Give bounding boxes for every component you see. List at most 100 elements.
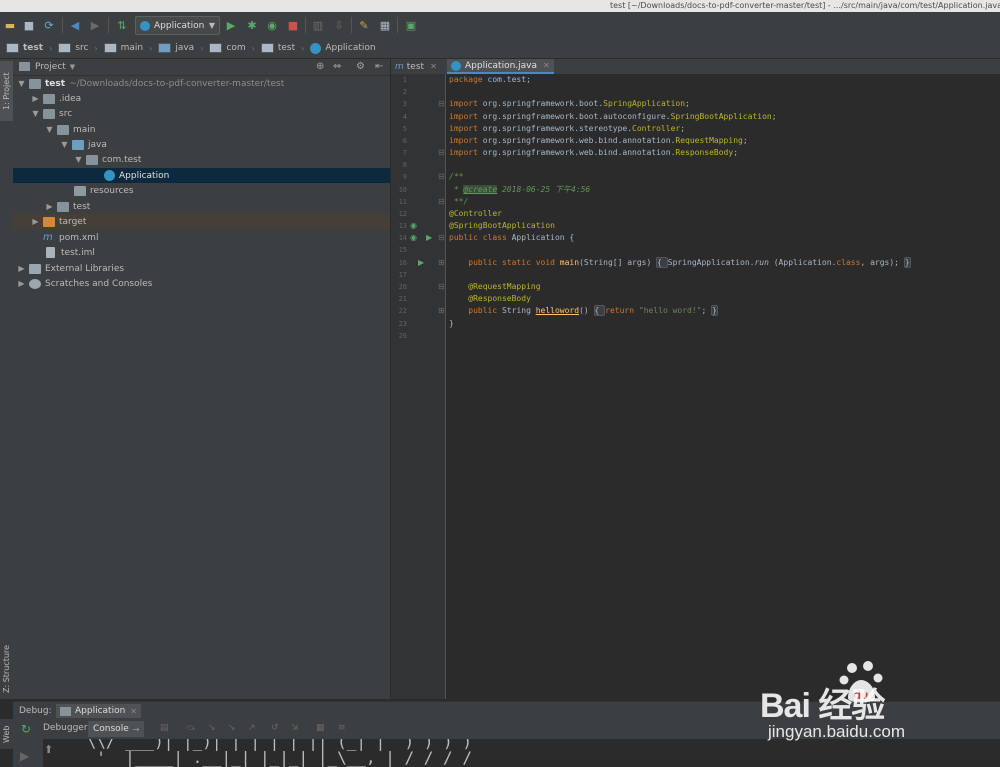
- drop-frame-icon[interactable]: ↺: [271, 723, 279, 733]
- step-into-icon[interactable]: ↘: [208, 723, 216, 733]
- folder-icon: [209, 43, 223, 53]
- fold-marker-icon[interactable]: ⊟: [438, 281, 445, 293]
- coverage-icon[interactable]: ◉: [265, 18, 279, 32]
- run-configuration-select[interactable]: Application ▼: [135, 16, 220, 35]
- breadcrumb-item-com[interactable]: com ›: [209, 43, 255, 53]
- folder-icon: [260, 43, 274, 53]
- tab-project[interactable]: 1: Project: [0, 61, 13, 121]
- editor-tabs: m test ✕ Application.java ✕: [391, 59, 1000, 75]
- locate-icon[interactable]: ⊕: [316, 61, 324, 72]
- console-text: \\/ ___)| |_)| | | | | || (_| | ) ) ) ) …: [77, 739, 472, 767]
- resume-icon[interactable]: ▶: [20, 749, 29, 763]
- tab-application-java[interactable]: Application.java ✕: [447, 59, 554, 74]
- debug-bug-icon[interactable]: ✱: [245, 18, 259, 32]
- maven-file-icon: m: [43, 232, 53, 243]
- project-panel-header: Project ▼ ⊕ ⇔ ⚙ ⇤: [13, 59, 390, 76]
- tree-item-java[interactable]: ▼ java: [13, 137, 437, 152]
- tree-item-application[interactable]: Application: [13, 168, 390, 183]
- close-icon[interactable]: ✕: [543, 61, 550, 70]
- tab-structure[interactable]: Z: Structure: [0, 639, 13, 699]
- caret-down-icon: ▼: [18, 79, 25, 88]
- gear-icon[interactable]: ⚙: [356, 61, 365, 72]
- close-icon[interactable]: ✕: [430, 62, 437, 71]
- fold-marker-icon[interactable]: ⊟: [438, 196, 445, 208]
- download-icon[interactable]: ⇩: [332, 18, 346, 32]
- tree-item-test-dir[interactable]: ▶ test: [13, 199, 422, 214]
- spring-bean-gutter-icon[interactable]: ◉: [410, 232, 417, 244]
- tree-item-external-libraries[interactable]: ▶ External Libraries: [13, 261, 394, 276]
- fold-marker-icon[interactable]: ⊟: [438, 147, 445, 159]
- project-panel-title[interactable]: Project: [35, 62, 66, 72]
- tab-console[interactable]: Console →: [88, 721, 145, 737]
- project-structure-icon[interactable]: ▦: [378, 18, 392, 32]
- collapse-icon[interactable]: ⇔: [333, 61, 341, 72]
- tab-test[interactable]: m test ✕: [395, 59, 437, 74]
- code-editor[interactable]: package com.test; import org.springframe…: [446, 74, 1000, 699]
- list-icon[interactable]: ≡: [338, 723, 346, 733]
- tree-item-com-test[interactable]: ▼ com.test: [13, 152, 451, 167]
- folder-icon: [158, 43, 172, 53]
- step-out-icon[interactable]: ↗: [248, 723, 256, 733]
- run-config-icon: [60, 706, 71, 716]
- fold-marker-icon[interactable]: ⊟: [438, 171, 445, 183]
- code-line: public class Application {: [449, 233, 575, 242]
- baidu-watermark: du Bai 经验 jingyan.baidu.com: [760, 658, 990, 748]
- line-number: 9: [402, 173, 407, 181]
- run-to-cursor-icon[interactable]: ⇲: [291, 723, 299, 733]
- hide-panel-icon[interactable]: ⇤: [375, 61, 383, 72]
- rerun-icon[interactable]: ↻: [21, 722, 31, 736]
- step-over-icon[interactable]: ⤼: [186, 723, 196, 733]
- breadcrumb-item-java[interactable]: java ›: [158, 43, 203, 53]
- breadcrumb-item-test[interactable]: test ›: [6, 43, 52, 53]
- tree-item-test-root[interactable]: ▼ test ~/Downloads/docs-to-pdf-converter…: [13, 76, 394, 91]
- caret-right-icon: ▶: [32, 94, 39, 103]
- build-icon[interactable]: ⇅: [115, 18, 129, 32]
- run-gutter-icon[interactable]: ▶: [418, 257, 424, 269]
- debug-session-tab[interactable]: Application ✕: [56, 704, 141, 718]
- build-artifacts-icon[interactable]: ▥: [311, 18, 325, 32]
- scroll-up-icon[interactable]: ⬆: [44, 743, 53, 756]
- folder-icon: [58, 43, 72, 53]
- tree-item-idea[interactable]: ▶ .idea: [13, 91, 408, 106]
- fold-marker-icon[interactable]: ⊟: [438, 98, 445, 110]
- fold-marker-icon[interactable]: ⊟: [438, 232, 445, 244]
- save-icon[interactable]: ■: [22, 18, 36, 32]
- tab-web[interactable]: Web: [0, 719, 13, 749]
- breadcrumb-item-application[interactable]: Application: [310, 42, 376, 54]
- spring-bean-gutter-icon[interactable]: ◉: [410, 220, 417, 232]
- settings-wrench-icon[interactable]: ✎: [357, 18, 371, 32]
- scratches-icon: [29, 278, 41, 289]
- breadcrumb-item-src[interactable]: src ›: [58, 43, 98, 53]
- force-step-into-icon[interactable]: ↘: [228, 723, 236, 733]
- sync-icon[interactable]: ⟳: [42, 18, 56, 32]
- evaluate-icon[interactable]: ▦: [316, 723, 325, 733]
- tree-item-pom-xml[interactable]: m pom.xml: [13, 230, 420, 245]
- stop-icon[interactable]: ■: [286, 18, 300, 32]
- run-icon[interactable]: ▶: [224, 18, 238, 32]
- fold-marker-icon[interactable]: ⊞: [438, 305, 445, 317]
- fold-marker-icon[interactable]: ⊞: [438, 257, 445, 269]
- line-number: 20: [398, 283, 407, 291]
- forward-arrow-icon[interactable]: ▶: [88, 18, 102, 32]
- show-execution-point-icon[interactable]: ▤: [160, 723, 169, 733]
- breadcrumb-item-test-pkg[interactable]: test ›: [260, 43, 304, 53]
- close-icon[interactable]: ✕: [130, 707, 137, 716]
- line-number: 6: [402, 137, 407, 145]
- run-gutter-icon[interactable]: ▶: [426, 232, 432, 244]
- caret-down-icon: ▼: [75, 155, 82, 164]
- tab-debugger[interactable]: Debugger: [43, 723, 88, 733]
- breadcrumb-item-main[interactable]: main ›: [103, 43, 153, 53]
- back-arrow-icon[interactable]: ◀: [68, 18, 82, 32]
- caret-down-icon: ▼: [46, 125, 53, 134]
- chevron-right-icon: ›: [149, 43, 153, 53]
- code-line: import org.springframework.stereotype.Co…: [449, 124, 686, 133]
- tree-item-src[interactable]: ▼ src: [13, 106, 408, 121]
- tree-item-main[interactable]: ▼ main: [13, 122, 422, 137]
- vcs-icon[interactable]: ▣: [404, 18, 418, 32]
- tree-item-target[interactable]: ▶ target: [13, 214, 390, 229]
- tree-item-resources[interactable]: resources: [13, 183, 451, 198]
- tree-item-scratches[interactable]: ▶ Scratches and Consoles: [13, 276, 394, 291]
- open-folder-icon[interactable]: ▬: [3, 18, 17, 32]
- chevron-down-icon[interactable]: ▼: [70, 63, 75, 71]
- tree-item-test-iml[interactable]: test.iml: [13, 245, 423, 260]
